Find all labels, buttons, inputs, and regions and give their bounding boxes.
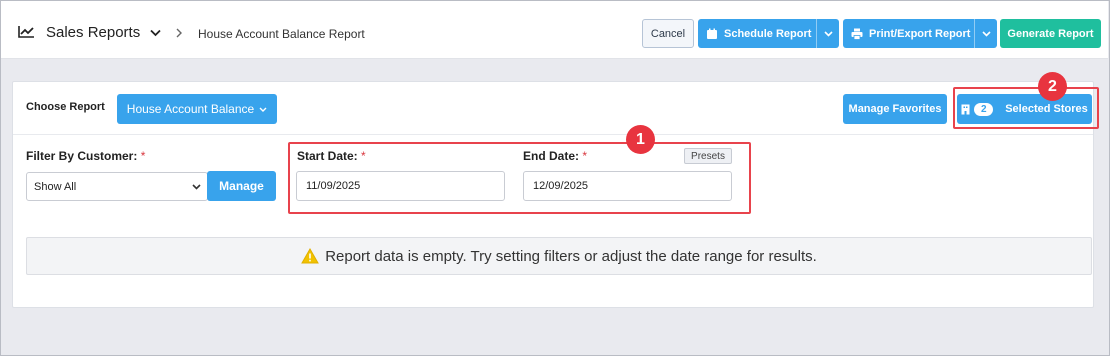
- print-export-label: Print/Export Report: [869, 27, 971, 40]
- breadcrumb-current: House Account Balance Report: [198, 27, 365, 41]
- filter-customer-label: Filter By Customer: *: [26, 149, 145, 163]
- required-marker: *: [582, 149, 588, 163]
- customer-select[interactable]: Show All: [26, 172, 208, 201]
- chevron-down-icon: [259, 107, 267, 112]
- start-date-input[interactable]: [296, 171, 505, 201]
- chevron-down-icon[interactable]: [150, 29, 161, 37]
- end-date-input[interactable]: [523, 171, 732, 201]
- calendar-icon: [707, 28, 717, 39]
- app-title: Sales Reports: [46, 24, 141, 41]
- schedule-report-label: Schedule Report: [724, 27, 812, 40]
- card-divider: [13, 134, 1093, 135]
- chevron-down-icon: [981, 30, 991, 37]
- generate-report-button[interactable]: Generate Report: [1000, 19, 1101, 48]
- customer-select-value: Show All: [34, 180, 77, 193]
- manage-customers-button[interactable]: Manage: [207, 171, 276, 201]
- print-export-button[interactable]: Print/Export Report: [843, 19, 997, 48]
- end-date-label-text: End Date:: [523, 149, 580, 163]
- start-date-label-text: Start Date:: [297, 149, 358, 163]
- warning-icon: [301, 248, 320, 264]
- choose-report-label: Choose Report: [26, 101, 105, 113]
- selected-stores-label: Selected Stores: [1005, 103, 1088, 115]
- annotation-callout-2: 2: [1038, 72, 1067, 101]
- stores-count-badge: 2: [974, 102, 994, 116]
- chevron-right-icon: [176, 28, 182, 38]
- report-select-value: House Account Balance: [126, 102, 255, 116]
- selected-stores-button[interactable]: 2 Selected Stores: [957, 94, 1092, 124]
- printer-icon: [851, 28, 863, 40]
- print-dropdown-toggle[interactable]: [974, 19, 997, 48]
- manage-favorites-button[interactable]: Manage Favorites: [843, 94, 947, 124]
- chevron-down-icon: [192, 184, 201, 190]
- report-select-dropdown[interactable]: House Account Balance: [117, 94, 277, 124]
- alert-message: Report data is empty. Try setting filter…: [325, 247, 817, 265]
- annotation-callout-1: 1: [626, 125, 655, 154]
- end-date-label: End Date: *: [523, 149, 587, 163]
- chevron-down-icon: [823, 30, 833, 37]
- required-marker: *: [361, 149, 366, 163]
- empty-report-alert: Report data is empty. Try setting filter…: [26, 237, 1092, 275]
- filter-customer-label-text: Filter By Customer:: [26, 149, 138, 163]
- cancel-button[interactable]: Cancel: [642, 19, 694, 48]
- start-date-label: Start Date: *: [297, 149, 366, 163]
- required-marker: *: [140, 149, 146, 163]
- schedule-dropdown-toggle[interactable]: [816, 19, 839, 48]
- presets-button[interactable]: Presets: [684, 148, 732, 164]
- chart-line-icon: [18, 26, 34, 38]
- schedule-report-button[interactable]: Schedule Report: [698, 19, 839, 48]
- store-icon: [961, 104, 970, 114]
